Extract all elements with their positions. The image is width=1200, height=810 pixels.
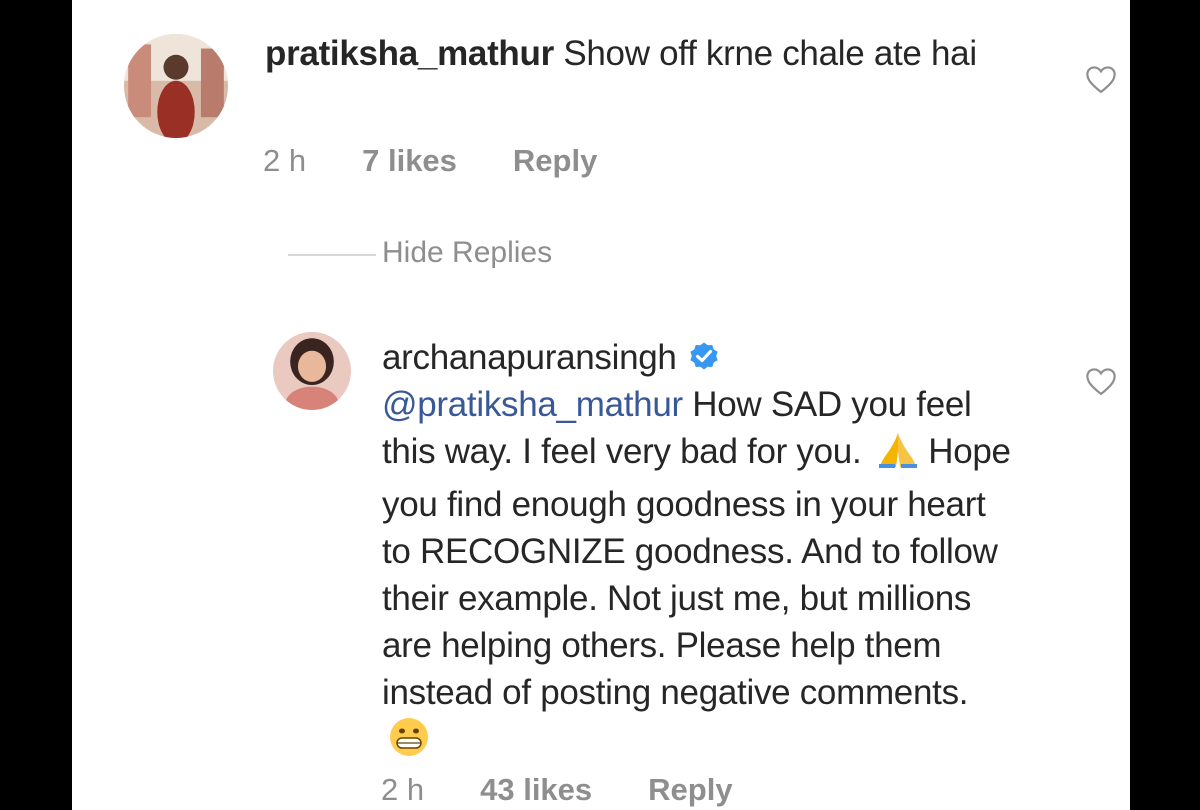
like-heart-icon[interactable] [1084,64,1118,94]
reply-meta: 2 h 43 likes Reply [381,772,733,808]
reply-body: archanapuransingh@pratiksha_mathur How S… [382,334,1022,770]
folded-hands-icon [877,431,919,481]
verified-badge-icon [687,338,721,372]
reply-like-heart-icon[interactable] [1084,366,1118,396]
avatar-image [124,34,228,138]
divider-line [288,254,376,256]
avatar[interactable] [124,34,228,138]
reply-mention-link[interactable]: @pratiksha_mathur [382,385,683,424]
comment-body: pratiksha_mathur Show off krne chale ate… [265,30,1025,77]
reply-avatar[interactable] [273,332,351,410]
reply-time: 2 h [381,772,425,807]
hide-replies-button[interactable]: Hide Replies [382,236,552,270]
comment-meta: 2 h 7 likes Reply [263,143,597,179]
reply-username[interactable]: archanapuransingh [382,338,677,377]
reply-reply-button[interactable]: Reply [648,772,732,808]
grinning-face-icon [388,716,430,770]
comment-reply-button[interactable]: Reply [513,143,597,179]
reply-avatar-image [273,332,351,410]
comments-panel: pratiksha_mathur Show off krne chale ate… [72,0,1130,810]
comment-likes[interactable]: 7 likes [362,143,457,179]
comment-time: 2 h [263,143,307,178]
comment-text: Show off krne chale ate hai [563,34,977,73]
reply-likes[interactable]: 43 likes [480,772,592,808]
comment-username[interactable]: pratiksha_mathur [265,34,554,73]
